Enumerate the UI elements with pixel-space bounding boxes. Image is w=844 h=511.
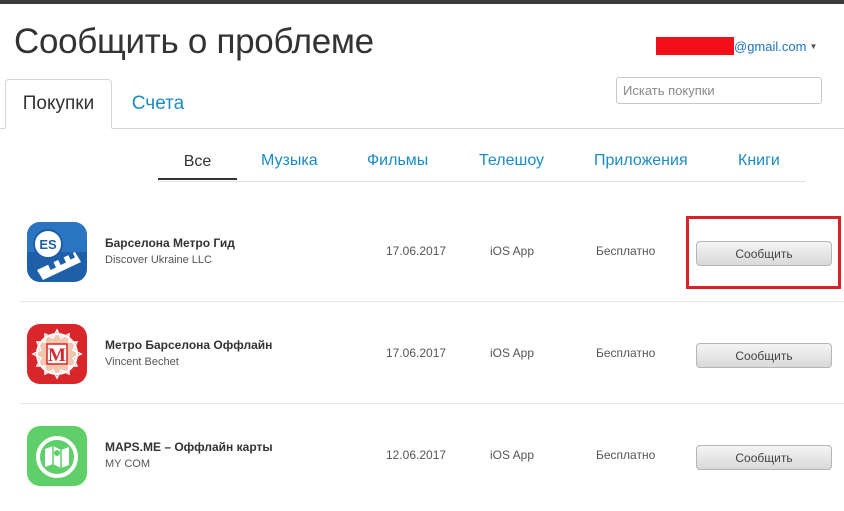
tab-accounts[interactable]: Счета (128, 79, 188, 129)
account-email: @gmail.com (734, 38, 807, 54)
chevron-down-icon: ▼ (809, 41, 818, 51)
report-button[interactable]: Сообщить (696, 343, 832, 368)
app-developer: Discover Ukraine LLC (105, 254, 212, 266)
app-price: Бесплатно (596, 244, 656, 258)
svg-text:M: M (48, 345, 66, 366)
purchase-date: 17.06.2017 (386, 346, 447, 360)
redacted-username (656, 37, 734, 55)
metro-train-es-icon[interactable]: ES (27, 222, 87, 282)
search-input[interactable] (616, 77, 822, 104)
filter-books[interactable]: Книги (738, 152, 780, 170)
app-developer: MY COM (105, 458, 151, 470)
app-type: iOS App (490, 244, 535, 258)
report-button[interactable]: Сообщить (696, 445, 832, 470)
tab-purchases[interactable]: Покупки (5, 79, 112, 129)
category-filter: Все Музыка Фильмы Телешоу Приложения Кни… (158, 150, 806, 182)
account-menu[interactable]: @gmail.com ▼ (656, 37, 817, 55)
app-type: iOS App (490, 448, 535, 462)
filter-tv[interactable]: Телешоу (479, 152, 544, 170)
filter-divider (158, 181, 806, 182)
page-title: Сообщить о проблеме (14, 22, 374, 61)
highlight-annotation (686, 216, 841, 289)
app-name[interactable]: Барселона Метро Гид (105, 236, 235, 250)
purchase-row: MAPS.ME – Оффлайн карты MY COM 12.06.201… (20, 404, 844, 506)
filter-all[interactable]: Все (158, 150, 237, 180)
app-price: Бесплатно (596, 448, 656, 462)
filter-apps[interactable]: Приложения (594, 152, 688, 170)
app-type: iOS App (490, 346, 535, 360)
purchase-date: 12.06.2017 (386, 448, 447, 462)
svg-text:ES: ES (39, 237, 57, 252)
app-name[interactable]: MAPS.ME – Оффлайн карты (105, 440, 273, 454)
filter-music[interactable]: Музыка (261, 152, 318, 170)
tab-divider (0, 128, 844, 129)
top-bar (0, 0, 844, 4)
app-developer: Vincent Bechet (105, 356, 179, 368)
purchase-date: 17.06.2017 (386, 244, 447, 258)
map-pin-icon[interactable] (27, 426, 87, 486)
filter-films[interactable]: Фильмы (367, 152, 428, 170)
metro-m-logo-icon[interactable]: M (27, 324, 87, 384)
purchase-row: M Метро Барселона Оффлайн Vincent Bechet… (20, 302, 844, 404)
app-name[interactable]: Метро Барселона Оффлайн (105, 338, 272, 352)
app-price: Бесплатно (596, 346, 656, 360)
